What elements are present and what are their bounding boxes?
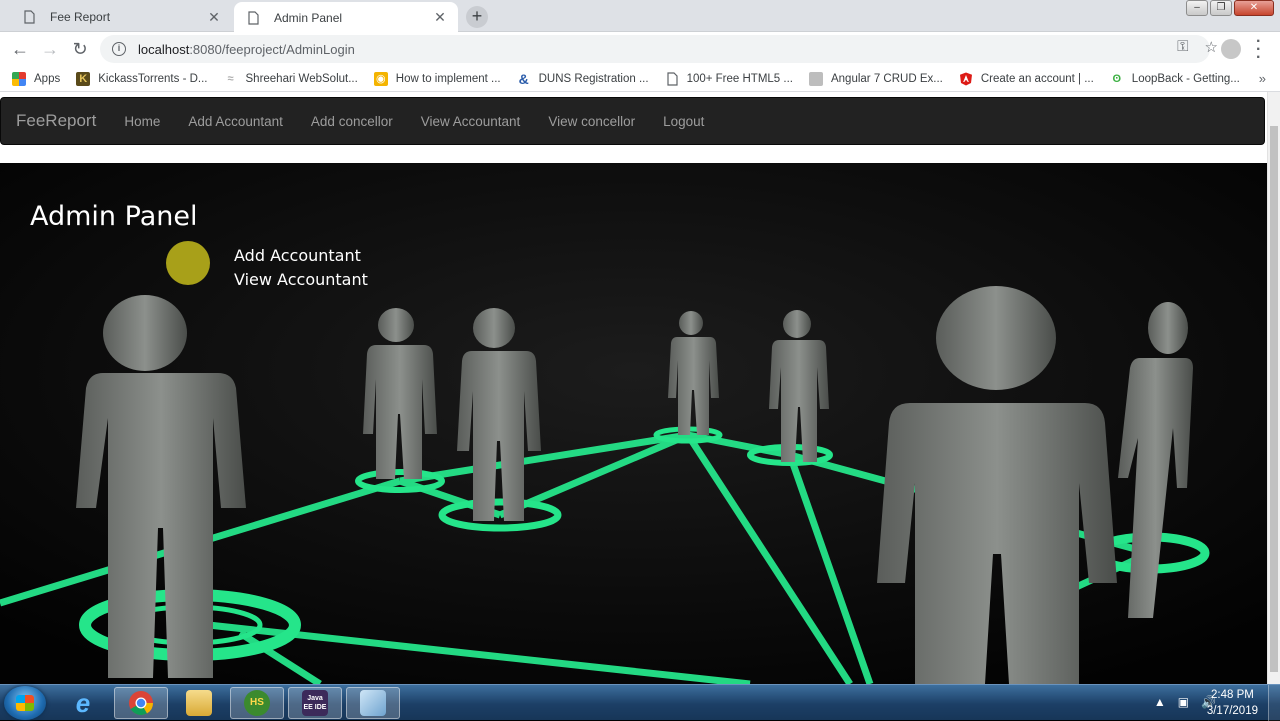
windows-taskbar: e HS Java EE IDE ▲ ▣ 🔊 2:48 PM 3/17/2019 — [0, 684, 1280, 721]
page-scrollbar[interactable] — [1267, 92, 1280, 684]
clock-time: 2:48 PM — [1211, 689, 1254, 701]
reload-icon[interactable]: ↻ — [68, 38, 92, 60]
bookmark-loopback[interactable]: ʘ LoopBack - Getting... — [1110, 72, 1240, 86]
window-app-icon — [360, 690, 386, 716]
bookmark-label: Shreehari WebSolut... — [245, 72, 358, 85]
bookmark-label: 100+ Free HTML5 ... — [686, 72, 793, 85]
page-icon — [666, 71, 678, 86]
internet-explorer-icon: e — [75, 688, 91, 718]
page-icon — [24, 10, 35, 24]
page-title: Admin Panel — [30, 201, 198, 232]
nav-link-add-accountant[interactable]: Add Accountant — [174, 114, 297, 129]
top-navbar: FeeReport Home Add Accountant Add concel… — [0, 97, 1265, 145]
tab-strip: Fee Report ✕ Admin Panel ✕ + – ❐ ✕ — [0, 0, 1280, 33]
show-desktop-button[interactable] — [1268, 685, 1280, 721]
bookmarks-bar: Apps K KickassTorrents - D... ≈ Shreehar… — [0, 66, 1280, 92]
nav-link-home[interactable]: Home — [110, 114, 174, 129]
bookmark-label: How to implement ... — [395, 72, 501, 85]
bookmark-free-html5[interactable]: 100+ Free HTML5 ... — [665, 71, 793, 86]
star-icon[interactable]: ☆ — [1205, 38, 1218, 56]
eclipse-icon: Java EE IDE — [302, 690, 328, 716]
scrollbar-thumb[interactable] — [1270, 126, 1278, 672]
menu-icon[interactable]: · · · — [1256, 34, 1261, 66]
window-close-button[interactable]: ✕ — [1234, 0, 1274, 16]
tab-title: Fee Report — [50, 10, 111, 24]
omnibox-actions: ⚿ ☆ — [1177, 38, 1218, 56]
angular-icon — [959, 72, 972, 85]
taskbar-chrome[interactable] — [114, 687, 168, 719]
network-icon[interactable]: ▣ — [1178, 695, 1189, 709]
nav-link-view-accountant[interactable]: View Accountant — [407, 114, 535, 129]
bookmark-label: Apps — [34, 72, 61, 85]
tray-expand-icon[interactable]: ▲ — [1154, 695, 1166, 709]
chrome-icon — [129, 691, 153, 716]
taskbar-clock[interactable]: 2:48 PM 3/17/2019 — [1207, 687, 1258, 719]
folder-icon — [186, 690, 212, 716]
start-button[interactable] — [4, 686, 46, 720]
kickass-icon: K — [76, 71, 91, 86]
angular-site-icon — [808, 71, 823, 86]
loopback-icon: ʘ — [1112, 72, 1122, 85]
duns-icon: & — [518, 70, 529, 87]
bookmark-duns[interactable]: & DUNS Registration ... — [517, 72, 649, 86]
window-controls: – ❐ ✕ — [1186, 0, 1274, 16]
taskbar-app[interactable] — [346, 687, 400, 719]
minimize-button[interactable]: – — [1186, 0, 1208, 16]
cursor-highlight — [166, 241, 210, 285]
page-icon — [248, 10, 259, 25]
apps-grid-icon — [12, 71, 26, 86]
nav-link-logout[interactable]: Logout — [649, 114, 718, 129]
browser-toolbar: ← → ↻ i localhost:8080/feeproject/AdminL… — [0, 32, 1280, 66]
bookmark-create-account[interactable]: Create an account | ... — [959, 72, 1094, 86]
hero-link-add-accountant[interactable]: Add Accountant — [234, 246, 361, 265]
info-icon[interactable]: i — [112, 42, 126, 56]
back-arrow-icon[interactable]: ← — [8, 38, 32, 60]
bookmark-label: DUNS Registration ... — [538, 72, 649, 85]
clock-date: 3/17/2019 — [1206, 705, 1258, 717]
tab-fee-report[interactable]: Fee Report ✕ — [10, 2, 232, 32]
tab-title: Admin Panel — [274, 10, 343, 25]
taskbar-ie[interactable]: e — [56, 687, 110, 719]
close-icon[interactable]: ✕ — [206, 9, 222, 26]
bookmark-shreehari[interactable]: ≈ Shreehari WebSolut... — [224, 72, 358, 86]
taskbar-java-ee-ide[interactable]: Java EE IDE — [288, 687, 342, 719]
bookmark-kickass[interactable]: K KickassTorrents - D... — [76, 71, 208, 86]
bookmark-label: Create an account | ... — [980, 72, 1094, 85]
nav-link-add-concellor[interactable]: Add concellor — [297, 114, 407, 129]
navbar-brand[interactable]: FeeReport — [16, 111, 96, 131]
key-icon[interactable]: ⚿ — [1177, 38, 1188, 56]
taskbar-explorer[interactable] — [172, 687, 226, 719]
bookmark-label: KickassTorrents - D... — [98, 72, 208, 85]
web-page: FeeReport Home Add Accountant Add concel… — [0, 92, 1267, 684]
new-tab-button[interactable]: + — [466, 6, 488, 28]
bookmark-angular-crud[interactable]: Angular 7 CRUD Ex... — [808, 71, 943, 86]
bookmark-how-to-implement[interactable]: ◉ How to implement ... — [373, 71, 501, 86]
hs-app-icon: HS — [244, 690, 270, 716]
bookmark-label: LoopBack - Getting... — [1131, 72, 1240, 85]
forward-arrow-icon[interactable]: → — [38, 38, 62, 60]
taskbar-hs[interactable]: HS — [230, 687, 284, 719]
hero-banner: Admin Panel Add Accountant View Accounta… — [0, 163, 1267, 684]
restore-button[interactable]: ❐ — [1210, 0, 1232, 16]
avatar[interactable] — [1221, 39, 1241, 59]
chevron-right-icon[interactable]: » — [1259, 71, 1266, 86]
close-icon[interactable]: ✕ — [432, 9, 448, 26]
nav-link-view-concellor[interactable]: View concellor — [534, 114, 649, 129]
hero-link-view-accountant[interactable]: View Accountant — [234, 270, 368, 289]
bookmark-label: Angular 7 CRUD Ex... — [830, 72, 943, 85]
url-text: localhost:8080/feeproject/AdminLogin — [138, 41, 355, 57]
bookmark-icon: ◉ — [373, 71, 388, 86]
tab-admin-panel[interactable]: Admin Panel ✕ — [234, 2, 458, 33]
shreehari-icon: ≈ — [227, 72, 234, 85]
address-bar[interactable]: i localhost:8080/feeproject/AdminLogin — [100, 35, 1210, 63]
bookmark-apps[interactable]: Apps — [12, 71, 61, 86]
